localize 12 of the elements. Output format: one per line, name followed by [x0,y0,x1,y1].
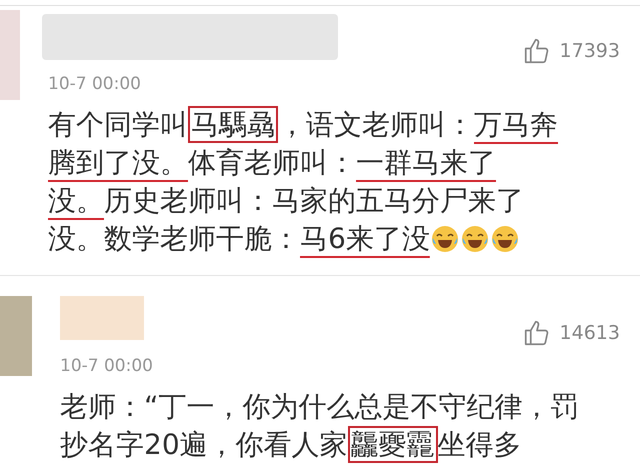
like-count: 17393 [560,38,620,64]
comment-time: 10-7 00:00 [48,73,141,96]
comment-time: 10-7 00:00 [60,355,153,378]
like-count: 14613 [560,320,620,346]
comment-text: 有个同学叫 马騳骉，语文老师叫：万马奔 [48,106,558,144]
laughing-emoji-icon [490,224,520,254]
comment-text: 腾到了没。体育老师叫：一群马来了 [48,144,496,180]
comment-text: 老师：“丁一，你为什么总是不守纪律，罚 [60,388,579,424]
comment-text: 没。历史老师叫：马家的五马分尸来了 [48,182,524,218]
laughing-emoji-icon [430,224,460,254]
laughing-emoji-icon [460,224,490,254]
comment-text: 没。数学老师干脆：马6来了没 [48,220,430,256]
